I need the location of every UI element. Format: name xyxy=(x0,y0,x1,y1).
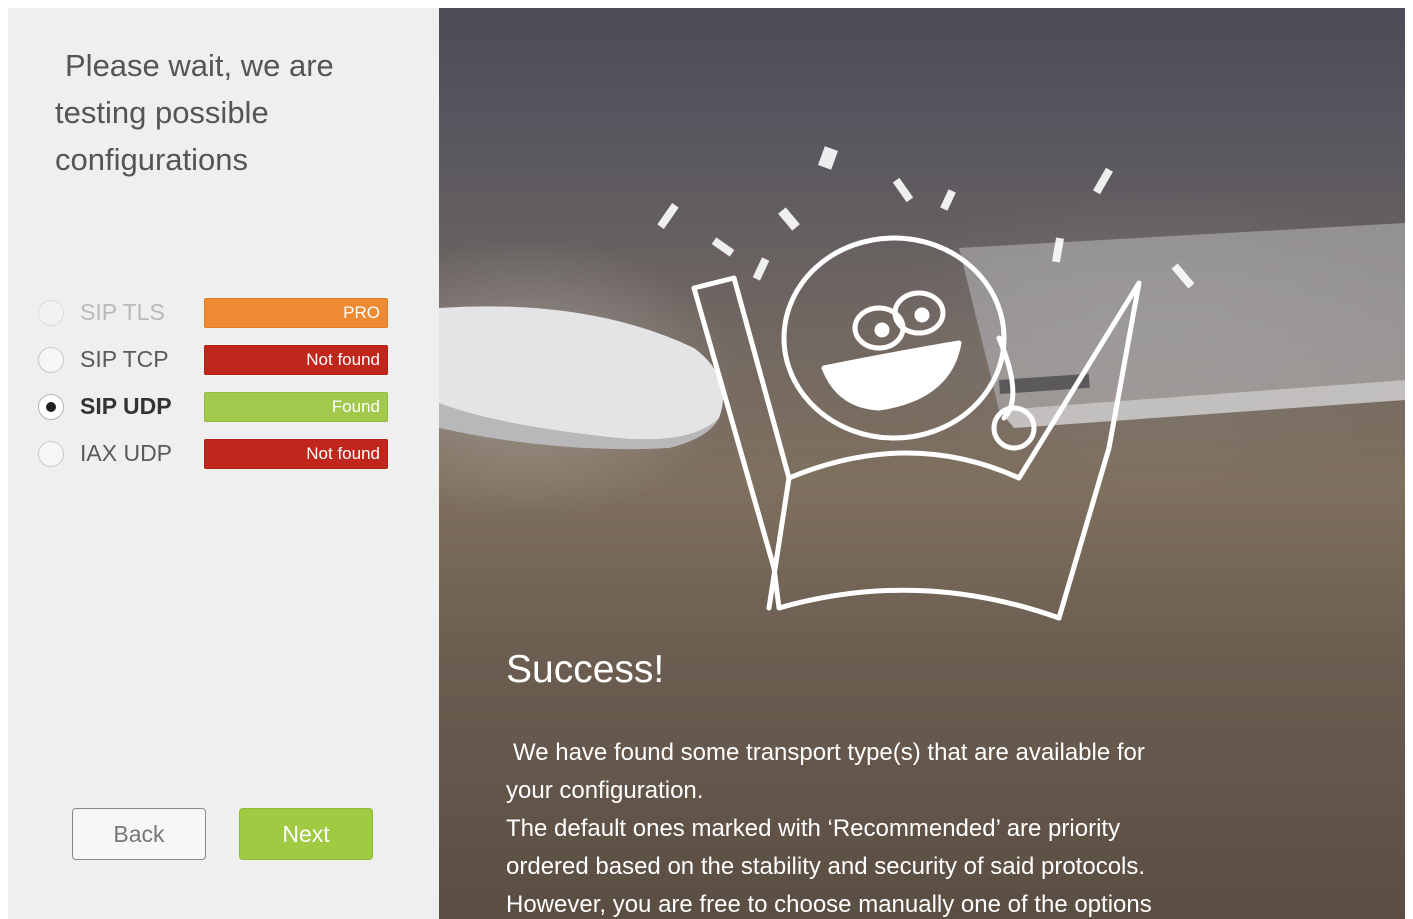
title-line: testing possible xyxy=(55,95,269,130)
success-message: We have found some transport type(s) tha… xyxy=(506,734,1266,919)
transport-options: SIP TLS PRO SIP TCP Not found SIP UDP Fo… xyxy=(38,289,398,477)
mouse-image xyxy=(439,306,724,450)
radio-sip-udp[interactable] xyxy=(38,393,64,420)
message-line: We have found some transport type(s) tha… xyxy=(513,739,1145,766)
status-badge: PRO xyxy=(204,297,388,328)
option-sip-tcp[interactable]: SIP TCP Not found xyxy=(38,336,398,383)
message-line: The default ones marked with ‘Recommende… xyxy=(506,815,1121,842)
radio-sip-tls xyxy=(38,299,64,326)
option-label[interactable]: SIP UDP xyxy=(80,393,172,420)
title-line: Please wait, we are xyxy=(65,48,334,83)
status-badge: Found xyxy=(204,391,388,422)
left-panel: Please wait, we are testing possible con… xyxy=(8,8,439,919)
wizard-window: Please wait, we are testing possible con… xyxy=(8,8,1405,919)
option-label[interactable]: IAX UDP xyxy=(80,440,172,467)
option-label[interactable]: SIP TCP xyxy=(80,346,169,373)
back-button[interactable]: Back xyxy=(72,808,206,860)
message-line: your configuration. xyxy=(506,777,704,804)
laptop-image xyxy=(959,223,1405,428)
option-label: SIP TLS xyxy=(80,299,165,325)
radio-iax-udp[interactable] xyxy=(38,440,64,467)
title-line: configurations xyxy=(55,142,249,177)
option-iax-udp[interactable]: IAX UDP Not found xyxy=(38,430,398,477)
option-sip-udp[interactable]: SIP UDP Found xyxy=(38,383,398,430)
option-sip-tls: SIP TLS PRO xyxy=(38,289,398,336)
message-line: ordered based on the stability and secur… xyxy=(506,853,1146,880)
radio-sip-tcp[interactable] xyxy=(38,346,64,373)
status-badge: Not found xyxy=(204,344,388,375)
message-line: However, you are free to choose manually… xyxy=(506,891,1152,918)
success-title: Success! xyxy=(506,648,665,691)
next-button[interactable]: Next xyxy=(239,808,373,860)
status-badge: Not found xyxy=(204,438,388,469)
success-panel: Success! We have found some transport ty… xyxy=(439,8,1405,919)
page-title: Please wait, we are testing possible con… xyxy=(55,42,395,183)
